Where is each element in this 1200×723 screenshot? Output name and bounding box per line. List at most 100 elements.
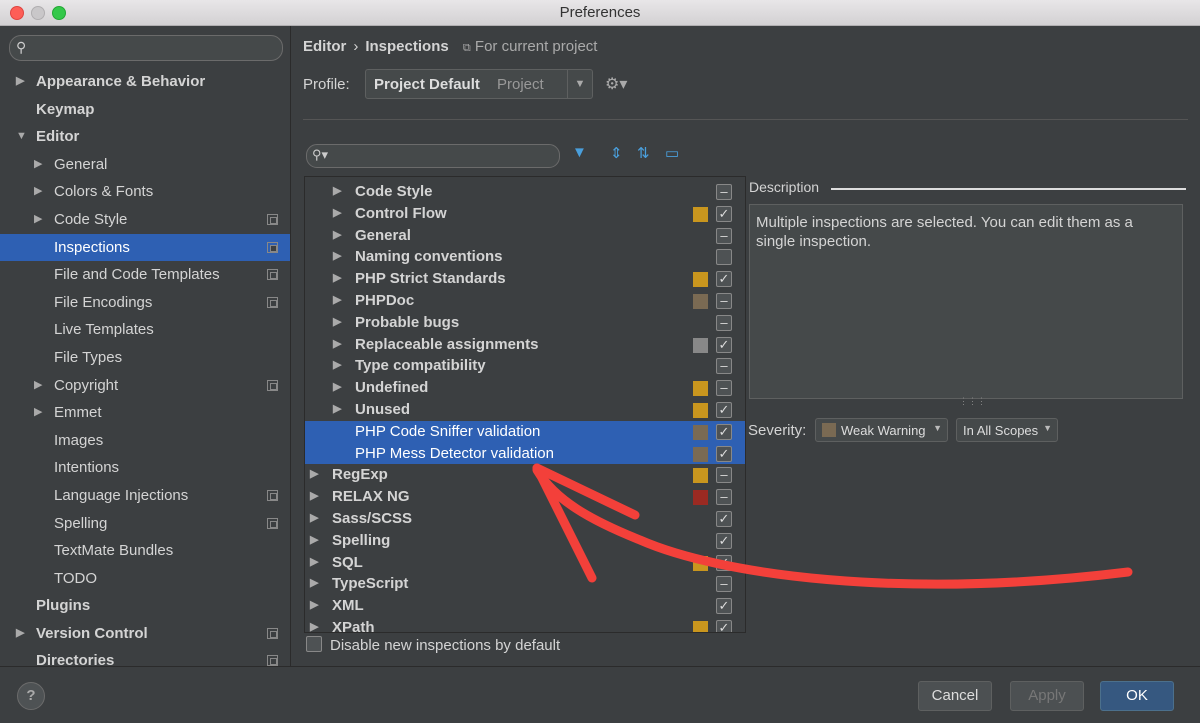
enabled-checkbox[interactable]: – bbox=[716, 489, 732, 506]
help-button[interactable]: ? bbox=[17, 682, 45, 710]
sidebar-item-appearance-behavior[interactable]: ▶ Appearance & Behavior bbox=[0, 68, 290, 96]
expand-all-icon[interactable]: ⇕ bbox=[610, 144, 623, 162]
enabled-checkbox[interactable]: – bbox=[716, 380, 732, 397]
severity-dropdown[interactable]: Weak Warning ▼ bbox=[815, 418, 948, 442]
collapsed-arrow-icon[interactable]: ▶ bbox=[333, 249, 341, 262]
expanded-arrow-icon[interactable]: ▼ bbox=[16, 123, 27, 150]
enabled-checkbox[interactable]: – bbox=[716, 184, 732, 200]
collapsed-arrow-icon[interactable]: ▶ bbox=[333, 271, 341, 284]
collapsed-arrow-icon[interactable]: ▶ bbox=[34, 399, 42, 426]
collapsed-arrow-icon[interactable]: ▶ bbox=[333, 380, 341, 393]
chevron-down-icon[interactable]: ▼ bbox=[567, 70, 592, 98]
collapsed-arrow-icon[interactable]: ▶ bbox=[333, 184, 341, 197]
sidebar-item-editor[interactable]: ▼ Editor bbox=[0, 123, 290, 151]
sidebar-item-spelling[interactable]: Spelling bbox=[0, 510, 290, 538]
enabled-checkbox[interactable]: – bbox=[716, 227, 732, 244]
inspection-row-php-mess-detector-validation[interactable]: PHP Mess Detector validation ✓ bbox=[305, 442, 745, 465]
sidebar-search-input[interactable]: ⚲ bbox=[9, 35, 283, 61]
ok-button[interactable]: OK bbox=[1100, 681, 1174, 711]
gear-icon[interactable]: ⚙▾ bbox=[605, 74, 627, 94]
inspection-row-sql[interactable]: ▶ SQL ✓ bbox=[305, 552, 745, 574]
scope-dropdown[interactable]: In All Scopes ▼ bbox=[956, 418, 1058, 442]
enabled-checkbox[interactable] bbox=[716, 249, 732, 266]
collapsed-arrow-icon[interactable]: ▶ bbox=[333, 206, 341, 219]
cancel-button[interactable]: Cancel bbox=[918, 681, 992, 711]
enabled-checkbox[interactable]: ✓ bbox=[716, 402, 732, 418]
collapsed-arrow-icon[interactable]: ▶ bbox=[310, 533, 318, 546]
collapsed-arrow-icon[interactable]: ▶ bbox=[333, 358, 341, 371]
inspection-row-probable-bugs[interactable]: ▶ Probable bugs – bbox=[305, 312, 745, 334]
enabled-checkbox[interactable]: – bbox=[716, 293, 732, 309]
inspection-row-general[interactable]: ▶ General – bbox=[305, 225, 745, 247]
collapsed-arrow-icon[interactable]: ▶ bbox=[310, 576, 318, 589]
collapsed-arrow-icon[interactable]: ▶ bbox=[34, 151, 42, 178]
disable-new-inspections-checkbox[interactable]: Disable new inspections by default bbox=[306, 636, 560, 654]
sidebar-item-intentions[interactable]: Intentions bbox=[0, 454, 290, 482]
collapsed-arrow-icon[interactable]: ▶ bbox=[310, 598, 318, 611]
inspection-row-code-style[interactable]: ▶ Code Style – bbox=[305, 181, 745, 203]
enabled-checkbox[interactable]: ✓ bbox=[716, 554, 732, 571]
enabled-checkbox[interactable]: – bbox=[716, 576, 732, 593]
inspection-row-replaceable-assignments[interactable]: ▶ Replaceable assignments ✓ bbox=[305, 334, 745, 356]
collapsed-arrow-icon[interactable]: ▶ bbox=[333, 228, 341, 241]
sidebar-item-file-encodings[interactable]: File Encodings bbox=[0, 289, 290, 317]
sidebar-item-colors-fonts[interactable]: ▶ Colors & Fonts bbox=[0, 178, 290, 206]
breadcrumb-editor[interactable]: Editor bbox=[303, 38, 346, 55]
collapsed-arrow-icon[interactable]: ▶ bbox=[310, 511, 318, 524]
collapsed-arrow-icon[interactable]: ▶ bbox=[34, 372, 42, 399]
sidebar-item-general[interactable]: ▶ General bbox=[0, 151, 290, 179]
inspection-row-regexp[interactable]: ▶ RegExp – bbox=[305, 464, 745, 486]
sidebar-item-keymap[interactable]: Keymap bbox=[0, 96, 290, 124]
checkbox-box[interactable] bbox=[306, 636, 322, 652]
sidebar-item-todo[interactable]: TODO bbox=[0, 565, 290, 593]
sidebar-item-directories[interactable]: Directories bbox=[0, 647, 290, 666]
enabled-checkbox[interactable]: – bbox=[716, 314, 732, 331]
collapsed-arrow-icon[interactable]: ▶ bbox=[34, 178, 42, 205]
sidebar-item-code-style[interactable]: ▶ Code Style bbox=[0, 206, 290, 234]
collapsed-arrow-icon[interactable]: ▶ bbox=[310, 555, 318, 568]
inspection-row-spelling[interactable]: ▶ Spelling ✓ bbox=[305, 530, 745, 552]
apply-button[interactable]: Apply bbox=[1010, 681, 1084, 711]
collapsed-arrow-icon[interactable]: ▶ bbox=[333, 293, 341, 306]
inspection-row-php-code-sniffer-validation[interactable]: PHP Code Sniffer validation ✓ bbox=[305, 420, 745, 443]
sidebar-item-version-control[interactable]: ▶ Version Control bbox=[0, 620, 290, 648]
enabled-checkbox[interactable]: ✓ bbox=[716, 445, 732, 462]
sidebar-item-file-types[interactable]: File Types bbox=[0, 344, 290, 372]
sidebar-item-inspections[interactable]: Inspections bbox=[0, 233, 290, 262]
sidebar-item-live-templates[interactable]: Live Templates bbox=[0, 316, 290, 344]
filter-icon[interactable]: ▼ bbox=[572, 144, 587, 161]
collapsed-arrow-icon[interactable]: ▶ bbox=[333, 337, 341, 350]
collapsed-arrow-icon[interactable]: ▶ bbox=[34, 206, 42, 233]
enabled-checkbox[interactable]: ✓ bbox=[716, 336, 732, 353]
sidebar-item-language-injections[interactable]: Language Injections bbox=[0, 482, 290, 510]
enabled-checkbox[interactable]: – bbox=[716, 358, 732, 375]
inspection-row-xpath[interactable]: ▶ XPath ✓ bbox=[305, 617, 745, 632]
collapse-all-icon[interactable]: ⇅ bbox=[637, 144, 650, 162]
sidebar-item-file-and-code-templates[interactable]: File and Code Templates bbox=[0, 261, 290, 289]
inspection-row-phpdoc[interactable]: ▶ PHPDoc – bbox=[305, 290, 745, 312]
collapsed-arrow-icon[interactable]: ▶ bbox=[333, 402, 341, 415]
inspection-row-control-flow[interactable]: ▶ Control Flow ✓ bbox=[305, 203, 745, 225]
inspection-row-sass-scss[interactable]: ▶ Sass/SCSS ✓ bbox=[305, 508, 745, 530]
enabled-checkbox[interactable]: ✓ bbox=[716, 271, 732, 288]
inspection-row-typescript[interactable]: ▶ TypeScript – bbox=[305, 573, 745, 595]
collapsed-arrow-icon[interactable]: ▶ bbox=[16, 620, 24, 647]
collapsed-arrow-icon[interactable]: ▶ bbox=[333, 315, 341, 328]
enabled-checkbox[interactable]: ✓ bbox=[716, 511, 732, 527]
inspection-row-type-compatibility[interactable]: ▶ Type compatibility – bbox=[305, 355, 745, 377]
reset-eraser-icon[interactable]: ▭ bbox=[665, 144, 679, 162]
collapsed-arrow-icon[interactable]: ▶ bbox=[310, 467, 318, 480]
inspection-row-relax-ng[interactable]: ▶ RELAX NG – bbox=[305, 486, 745, 508]
resize-handle[interactable]: ⋮⋮⋮ bbox=[959, 396, 986, 407]
profile-dropdown[interactable]: Project Default Project ▼ bbox=[365, 69, 593, 99]
sidebar-item-plugins[interactable]: Plugins bbox=[0, 592, 290, 620]
collapsed-arrow-icon[interactable]: ▶ bbox=[310, 489, 318, 502]
enabled-checkbox[interactable]: ✓ bbox=[716, 205, 732, 222]
enabled-checkbox[interactable]: ✓ bbox=[716, 620, 732, 632]
inspection-search-input[interactable]: ⚲▾ bbox=[306, 144, 560, 168]
sidebar-item-emmet[interactable]: ▶ Emmet bbox=[0, 399, 290, 427]
enabled-checkbox[interactable]: ✓ bbox=[716, 423, 732, 440]
sidebar-item-textmate-bundles[interactable]: TextMate Bundles bbox=[0, 537, 290, 565]
enabled-checkbox[interactable]: – bbox=[716, 467, 732, 484]
sidebar-item-images[interactable]: Images bbox=[0, 427, 290, 455]
